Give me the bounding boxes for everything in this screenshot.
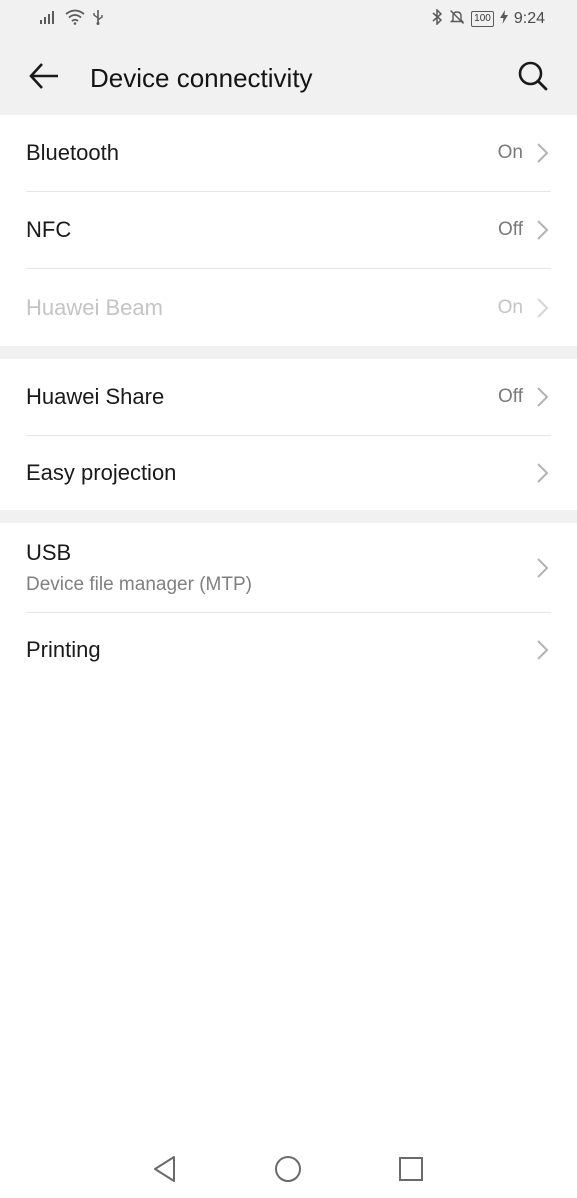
list-item-value: Off bbox=[498, 219, 523, 240]
wifi-icon bbox=[65, 9, 85, 30]
settings-group-connections: Bluetooth On NFC Off Huawei Beam On bbox=[0, 115, 577, 346]
settings-group-sharing: Huawei Share Off Easy projection bbox=[0, 359, 577, 510]
status-time: 9:24 bbox=[513, 10, 545, 27]
mute-icon bbox=[449, 9, 465, 30]
bluetooth-icon bbox=[431, 7, 443, 30]
list-item-label: USB bbox=[26, 540, 72, 565]
chevron-right-icon bbox=[537, 387, 549, 407]
signal-icon bbox=[40, 10, 58, 29]
battery-icon: 100 bbox=[471, 11, 494, 27]
list-item-value: On bbox=[497, 142, 523, 163]
home-circle-icon bbox=[274, 1155, 302, 1188]
chevron-right-icon bbox=[537, 220, 549, 240]
chevron-right-icon bbox=[537, 297, 549, 318]
navigation-bar bbox=[0, 1140, 577, 1198]
list-item-printing[interactable]: Printing bbox=[26, 613, 551, 687]
list-item-bluetooth[interactable]: Bluetooth On bbox=[26, 115, 551, 192]
battery-level: 100 bbox=[474, 13, 491, 24]
status-left bbox=[40, 9, 104, 29]
status-bar: 100 9:24 bbox=[0, 0, 577, 40]
list-item-value: Off bbox=[498, 386, 523, 407]
list-item-label: Printing bbox=[26, 637, 101, 662]
list-item-huawei-share[interactable]: Huawei Share Off bbox=[26, 359, 551, 436]
list-item-nfc[interactable]: NFC Off bbox=[26, 192, 551, 269]
chevron-right-icon bbox=[537, 557, 549, 578]
settings-group-usb-printing: USB Device file manager (MTP) Printing bbox=[0, 523, 577, 687]
list-item-label: Huawei Share bbox=[26, 384, 165, 409]
status-right: 100 9:24 bbox=[431, 7, 545, 30]
nav-back-button[interactable] bbox=[150, 1155, 180, 1188]
settings-list: Bluetooth On NFC Off Huawei Beam On Huaw… bbox=[0, 115, 577, 687]
list-item-usb[interactable]: USB Device file manager (MTP) bbox=[26, 523, 551, 613]
list-item-label: NFC bbox=[26, 217, 72, 242]
app-bar: Device connectivity bbox=[0, 40, 577, 115]
charging-icon bbox=[499, 9, 508, 29]
chevron-right-icon bbox=[537, 640, 549, 660]
back-button[interactable] bbox=[24, 58, 64, 98]
chevron-right-icon bbox=[537, 463, 549, 483]
list-item-label: Huawei Beam bbox=[26, 294, 163, 320]
arrow-left-icon bbox=[28, 62, 60, 95]
nav-recents-button[interactable] bbox=[396, 1156, 426, 1186]
group-divider bbox=[0, 510, 577, 523]
list-item-easy-projection[interactable]: Easy projection bbox=[26, 436, 551, 510]
list-item-label: Bluetooth bbox=[26, 140, 119, 165]
search-button[interactable] bbox=[513, 58, 553, 98]
back-triangle-icon bbox=[152, 1155, 178, 1188]
search-icon bbox=[517, 60, 549, 97]
recents-square-icon bbox=[398, 1156, 424, 1187]
group-divider bbox=[0, 346, 577, 359]
list-item-huawei-beam: Huawei Beam On bbox=[26, 269, 551, 346]
list-item-label: Easy projection bbox=[26, 460, 177, 485]
list-item-value: On bbox=[497, 296, 523, 318]
chevron-right-icon bbox=[537, 143, 549, 163]
usb-icon bbox=[92, 9, 104, 30]
nav-home-button[interactable] bbox=[273, 1155, 303, 1188]
page-title: Device connectivity bbox=[90, 63, 313, 93]
list-item-subtitle: Device file manager (MTP) bbox=[26, 574, 252, 595]
